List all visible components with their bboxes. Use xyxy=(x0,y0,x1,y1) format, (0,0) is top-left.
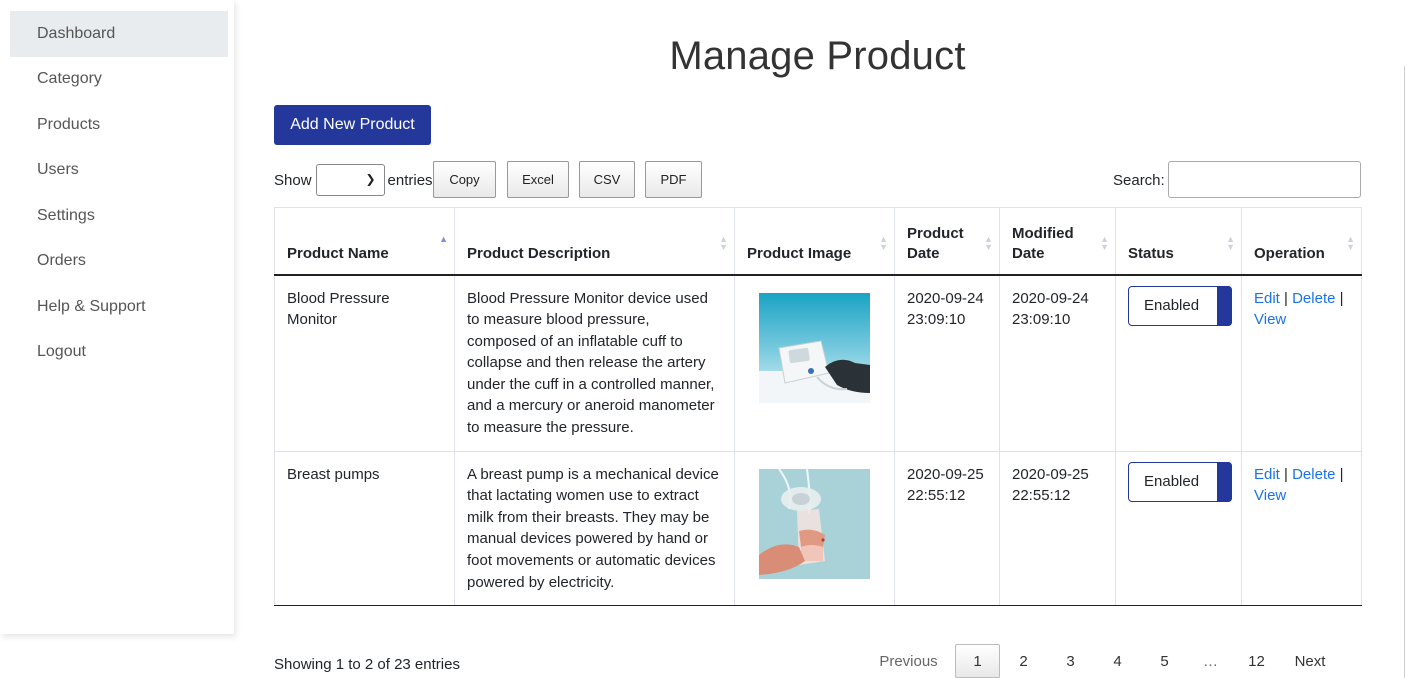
show-label: Show xyxy=(274,171,312,189)
column-header-status[interactable]: Status ▲ ▼ xyxy=(1115,207,1242,276)
pdf-button[interactable]: PDF xyxy=(645,161,702,198)
column-header-product-name[interactable]: Product Name ▲ xyxy=(274,207,455,276)
blood-pressure-monitor-image xyxy=(759,292,870,403)
excel-button[interactable]: Excel xyxy=(507,161,569,198)
table-header-row: Product Name ▲ Product Description ▲ ▼ Pr… xyxy=(274,207,1362,276)
column-header-product-description[interactable]: Product Description ▲ ▼ xyxy=(454,207,735,276)
sidebar-item-orders[interactable]: Orders xyxy=(10,239,228,285)
pagination-page-12[interactable]: 12 xyxy=(1233,644,1280,678)
status-cell: Enabled xyxy=(1115,274,1242,452)
add-new-product-button[interactable]: Add New Product xyxy=(274,105,431,145)
sidebar-item-settings[interactable]: Settings xyxy=(10,193,228,239)
status-value: Enabled xyxy=(1144,296,1200,314)
sidebar-item-users[interactable]: Users xyxy=(10,148,228,194)
product-description-cell: Blood Pressure Monitor device used to me… xyxy=(454,274,735,452)
status-select-handle xyxy=(1217,285,1232,326)
search-label: Search: xyxy=(1113,172,1165,189)
copy-button[interactable]: Copy xyxy=(433,161,496,198)
pagination-next[interactable]: Next xyxy=(1280,644,1340,678)
sidebar-item-dashboard[interactable]: Dashboard xyxy=(10,11,228,57)
sidebar-item-logout[interactable]: Logout xyxy=(10,330,228,376)
column-header-operation[interactable]: Operation ▲ ▼ xyxy=(1241,207,1362,276)
delete-link[interactable]: Delete xyxy=(1292,466,1335,483)
chevron-down-icon: ❯ xyxy=(365,172,376,186)
status-select-handle xyxy=(1217,461,1232,502)
modified-date-cell: 2020-09-24 23:09:10 xyxy=(999,274,1116,452)
sidebar: Dashboard Category Products Users Settin… xyxy=(0,0,234,634)
column-header-product-image[interactable]: Product Image ▲ ▼ xyxy=(734,207,895,276)
product-date-cell: 2020-09-24 23:09:10 xyxy=(894,274,1000,452)
status-cell: Enabled xyxy=(1115,450,1242,607)
product-name-cell: Breast pumps xyxy=(274,450,455,607)
sidebar-item-category[interactable]: Category xyxy=(10,57,228,103)
table-info: Showing 1 to 2 of 23 entries xyxy=(274,656,460,673)
show-entries-control: Show ❯ entries xyxy=(274,160,433,200)
products-table: Product Name ▲ Product Description ▲ ▼ Pr… xyxy=(274,207,1362,607)
delete-link[interactable]: Delete xyxy=(1292,290,1335,307)
product-description-cell: A breast pump is a mechanical device tha… xyxy=(454,450,735,607)
operation-cell: Edit | Delete | View xyxy=(1241,274,1362,452)
sort-ascending-icon: ▲ xyxy=(439,234,448,244)
product-date-cell: 2020-09-25 22:55:12 xyxy=(894,450,1000,607)
status-select[interactable]: Enabled xyxy=(1128,461,1232,502)
separator: | xyxy=(1279,289,1293,307)
pagination-page-3[interactable]: 3 xyxy=(1047,644,1094,678)
operation-cell: Edit | Delete | View xyxy=(1241,450,1362,607)
pagination-ellipsis: … xyxy=(1203,652,1218,670)
edit-link[interactable]: Edit xyxy=(1254,290,1280,307)
csv-button[interactable]: CSV xyxy=(579,161,635,198)
pagination-page-4[interactable]: 4 xyxy=(1094,644,1141,678)
separator: | xyxy=(1279,465,1293,483)
view-link[interactable]: View xyxy=(1254,311,1286,328)
pagination-page-1[interactable]: 1 xyxy=(955,644,1000,678)
sort-icon: ▲ ▼ xyxy=(984,234,993,252)
breast-pump-image xyxy=(759,468,870,579)
view-link[interactable]: View xyxy=(1254,487,1286,504)
product-name-cell: Blood Pressure Monitor xyxy=(274,274,455,452)
sort-icon: ▲ ▼ xyxy=(1346,234,1355,252)
pagination-previous[interactable]: Previous xyxy=(862,644,955,678)
pagination-page-2[interactable]: 2 xyxy=(1000,644,1047,678)
status-select[interactable]: Enabled xyxy=(1128,285,1232,326)
entries-per-page-select[interactable]: ❯ xyxy=(315,164,385,196)
pagination-page-5[interactable]: 5 xyxy=(1141,644,1188,678)
separator: | xyxy=(1335,465,1344,483)
modified-date-cell: 2020-09-25 22:55:12 xyxy=(999,450,1116,607)
pagination: Previous 1 2 3 4 5 … 12 Next xyxy=(862,644,1340,678)
product-image-cell xyxy=(734,274,895,452)
table-row: Breast pumps A breast pump is a mechanic… xyxy=(274,450,1362,607)
page-title: Manage Product xyxy=(669,34,966,78)
column-header-product-date[interactable]: Product Date ▲ ▼ xyxy=(894,207,1000,276)
edit-link[interactable]: Edit xyxy=(1254,466,1280,483)
product-image-cell xyxy=(734,450,895,607)
column-header-modified-date[interactable]: Modified Date ▲ ▼ xyxy=(999,207,1116,276)
page-edge-divider xyxy=(1404,66,1405,678)
status-value: Enabled xyxy=(1144,472,1200,490)
sidebar-item-products[interactable]: Products xyxy=(10,102,228,148)
sort-icon: ▲ ▼ xyxy=(719,234,728,252)
entries-label: entries xyxy=(387,171,433,189)
sort-icon: ▲ ▼ xyxy=(1226,234,1235,252)
search-input[interactable] xyxy=(1168,161,1361,198)
table-row: Blood Pressure Monitor Blood Pressure Mo… xyxy=(274,274,1362,452)
sort-icon: ▲ ▼ xyxy=(879,234,888,252)
sort-icon: ▲ ▼ xyxy=(1100,234,1109,252)
separator: | xyxy=(1335,289,1344,307)
sidebar-item-help-support[interactable]: Help & Support xyxy=(10,284,228,330)
